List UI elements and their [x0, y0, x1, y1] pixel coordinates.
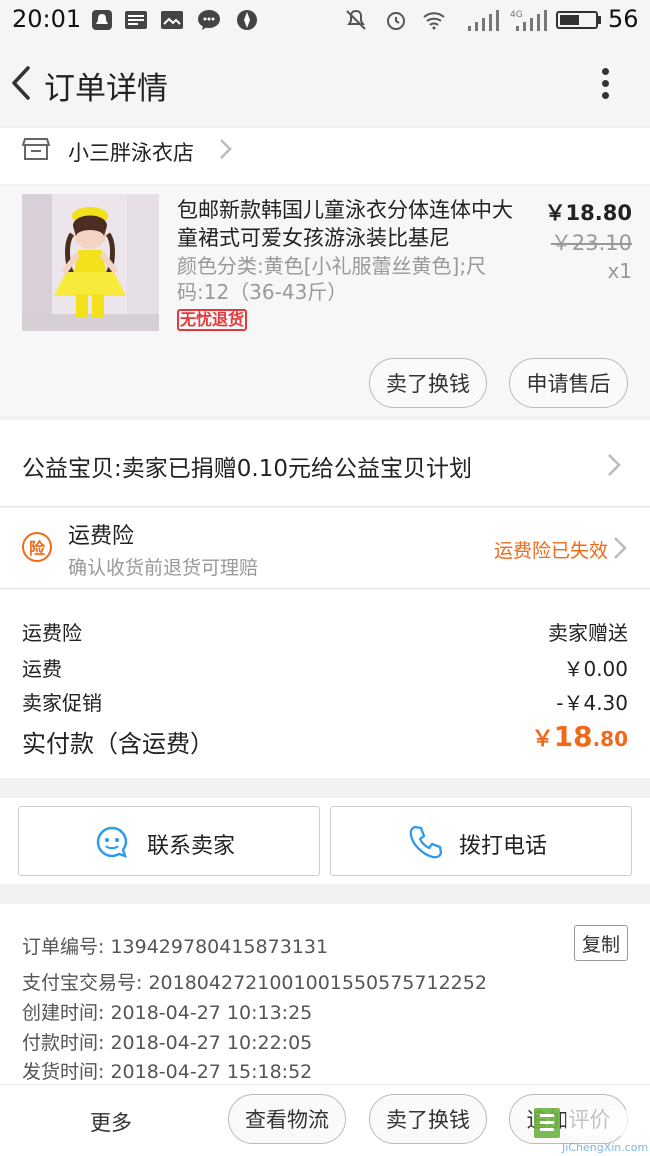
view-logistics-button[interactable]: 查看物流 [228, 1094, 346, 1144]
cost-row-value: -￥4.30 [556, 691, 628, 715]
total-paid-amount: ￥18.80 [532, 720, 628, 753]
insurance-icon: 险 [22, 532, 52, 562]
battery-tip [598, 16, 601, 24]
message-icon [161, 11, 183, 29]
order-number-label: 订单编号: [22, 936, 105, 958]
contact-seller-button[interactable]: 联系卖家 [18, 806, 320, 876]
page-title: 订单详情 [44, 71, 168, 107]
more-dot-icon [602, 68, 609, 75]
wechat-icon [198, 10, 220, 30]
cost-row-value: 卖家赠送 [548, 621, 628, 645]
sell-for-cash-button[interactable]: 卖了换钱 [369, 358, 487, 408]
watermark-text: JiChengXin.com [561, 1141, 648, 1154]
watermark-logo: JiChengXin.com [534, 1108, 648, 1154]
chevron-right-icon [220, 139, 232, 159]
cost-row-label: 运费险 [22, 621, 82, 645]
insurance-subtitle: 确认收货前退货可理赔 [68, 557, 259, 579]
more-menu-button[interactable] [588, 62, 624, 104]
divider [0, 588, 650, 589]
apply-after-sale-button[interactable]: 申请售后 [509, 358, 628, 408]
call-phone-button[interactable]: 拨打电话 [330, 806, 632, 876]
info-label: 发货时间: [22, 1061, 105, 1083]
shipped-time: 发货时间: 2018-04-27 15:18:52 [22, 1057, 312, 1084]
chevron-right-icon [614, 537, 627, 559]
total-paid-label: 实付款（含运费） [22, 730, 214, 758]
product-original-price: ￥23.10 [550, 231, 632, 255]
product-sku: 颜色分类:黄色[小礼服蕾丝黄色];尺码:12（36-43斤） [177, 254, 487, 304]
battery-level [560, 15, 579, 25]
created-time: 创建时间: 2018-04-27 10:13:25 [22, 998, 312, 1025]
more-dot-icon [602, 92, 609, 99]
divider [0, 506, 650, 507]
info-label: 创建时间: [22, 1002, 105, 1024]
info-value: 2018-04-27 15:18:52 [110, 1061, 313, 1083]
signal-icon [468, 10, 499, 31]
cost-row-label: 卖家促销 [22, 691, 102, 715]
paid-time: 付款时间: 2018-04-27 10:22:05 [22, 1028, 312, 1055]
status-time: 20:01 [12, 5, 82, 33]
insurance-title: 运费险 [68, 524, 135, 549]
total-currency: ￥ [531, 727, 554, 752]
sell-for-cash-button[interactable]: 卖了换钱 [369, 1094, 487, 1144]
alipay-trade-number: 支付宝交易号: 2018042721001001550575712252 [22, 968, 487, 995]
product-price: ￥18.80 [544, 201, 632, 225]
qq-icon [92, 10, 112, 30]
app-icon [237, 10, 257, 30]
battery-percent: 56 [608, 5, 639, 33]
insurance-status[interactable]: 运费险已失效 [494, 536, 608, 563]
product-title[interactable]: 包邮新款韩国儿童泳衣分体连体中大童裙式可爱女孩游泳装比基尼 [177, 196, 522, 252]
total-integer: 18 [553, 720, 593, 753]
store-icon [22, 138, 50, 160]
signal-4g-icon: 4G [510, 10, 547, 31]
product-image[interactable] [22, 194, 159, 331]
chat-bubble-icon [96, 826, 128, 858]
charity-text[interactable]: 公益宝贝:卖家已捐赠0.10元给公益宝贝计划 [22, 449, 472, 483]
info-value: 2018042721001001550575712252 [148, 972, 487, 994]
alarm-icon [387, 12, 405, 30]
info-value: 2018-04-27 10:13:25 [110, 1002, 313, 1024]
order-number: 订单编号: 139429780415873131 [22, 932, 328, 959]
info-value: 2018-04-27 10:22:05 [110, 1032, 313, 1054]
more-actions-button[interactable]: 更多 [90, 1107, 132, 1137]
back-button[interactable] [4, 60, 44, 106]
worry-free-return-badge: 无忧退货 [177, 309, 248, 331]
phone-icon [409, 825, 443, 859]
wifi-icon [423, 12, 445, 30]
battery-icon [556, 11, 598, 29]
call-phone-label: 拨打电话 [459, 834, 548, 859]
product-quantity: x1 [607, 259, 632, 283]
info-label: 付款时间: [22, 1032, 105, 1054]
shop-name[interactable]: 小三胖泳衣店 [68, 137, 194, 167]
cost-row-label: 运费 [22, 657, 62, 681]
info-label: 支付宝交易号: [22, 972, 143, 994]
cost-row-value: ￥0.00 [563, 657, 628, 681]
chevron-right-icon [608, 454, 621, 476]
total-decimal: .80 [592, 727, 628, 751]
order-number-value: 139429780415873131 [110, 936, 329, 958]
news-icon [125, 11, 147, 29]
contact-seller-label: 联系卖家 [147, 834, 236, 859]
mute-icon [346, 9, 366, 30]
more-dot-icon [602, 80, 609, 87]
copy-order-number-button[interactable]: 复制 [574, 925, 628, 961]
svg-text:4G: 4G [510, 10, 523, 20]
